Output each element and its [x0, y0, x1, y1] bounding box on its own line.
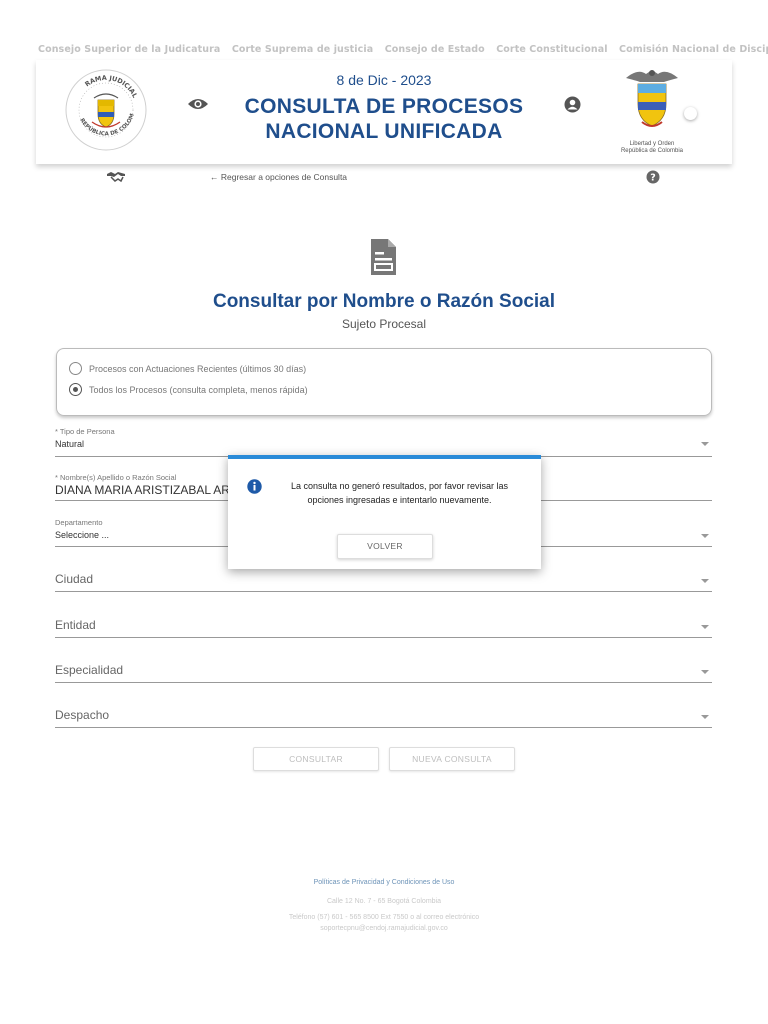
dropdown-arrow-icon — [701, 715, 709, 719]
tipo-persona-value: Natural — [55, 439, 85, 449]
back-link-label: Regresar a opciones de Consulta — [220, 172, 348, 182]
header: RAMA JUDICIAL REPÚBLICA DE COLOMBIA 8 de… — [36, 60, 732, 164]
condor-shield-icon — [626, 70, 678, 127]
nombre-value: DIANA MARIA ARISTIZABAL AR — [55, 483, 230, 497]
ciudad-placeholder: Ciudad — [55, 572, 94, 586]
tipo-persona-select[interactable]: * Tipo de Persona Natural — [55, 425, 712, 457]
radio-option-recent[interactable]: Procesos con Actuaciones Recientes (últi… — [69, 362, 306, 375]
volver-button[interactable]: VOLVER — [337, 534, 433, 559]
nav-link-comision-nacional[interactable]: Comisión Nacional de Discip — [619, 44, 768, 55]
nav-link-corte-constitucional[interactable]: Corte Constitucional — [496, 44, 607, 55]
search-scope-options: Procesos con Actuaciones Recientes (últi… — [56, 348, 712, 416]
radio-button-checked[interactable] — [69, 383, 82, 396]
arrow-left-icon: ← — [210, 172, 219, 182]
page-title: Consultar por Nombre o Razón Social — [212, 291, 556, 312]
nav-link-consejo-estado[interactable]: Consejo de Estado — [385, 44, 485, 55]
ciudad-select[interactable]: Ciudad — [55, 568, 712, 592]
shield-caption: Libertad y Orden República de Colombia — [616, 141, 688, 155]
dropdown-arrow-icon — [701, 534, 709, 538]
radio-option-all-label: Todos los Procesos (consulta completa, m… — [89, 384, 308, 395]
footer-phone: Teléfono (57) 601 - 565 8500 Ext 7550 o … — [288, 914, 480, 921]
consultar-button[interactable]: CONSULTAR — [253, 747, 379, 771]
despacho-select[interactable]: Despacho — [55, 704, 712, 728]
departamento-value: Seleccione ... — [55, 530, 110, 540]
radio-button-unchecked[interactable] — [69, 362, 82, 375]
especialidad-placeholder: Especialidad — [55, 663, 124, 677]
despacho-placeholder: Despacho — [55, 708, 110, 722]
info-icon — [247, 479, 262, 494]
dropdown-arrow-icon — [701, 579, 709, 583]
nombre-label: * Nombre(s) Apellido o Razón Social — [55, 473, 177, 482]
tipo-persona-label: * Tipo de Persona — [55, 427, 115, 436]
footer-email[interactable]: soportecpnu@cendoj.ramajudicial.gov.co — [0, 925, 768, 932]
entidad-select[interactable]: Entidad — [55, 614, 712, 638]
radio-option-recent-label: Procesos con Actuaciones Recientes (últi… — [89, 363, 307, 374]
shield-caption-line-1: Libertad y Orden — [629, 141, 675, 147]
dialog-message: La consulta no generó resultados, por fa… — [290, 481, 509, 505]
help-icon[interactable]: ? — [646, 170, 660, 184]
user-icon[interactable] — [564, 96, 581, 113]
nav-link-corte-suprema[interactable]: Corte Suprema de justicia — [232, 44, 373, 55]
shield-caption-line-2: República de Colombia — [620, 148, 684, 154]
nav-link-consejo-superior[interactable]: Consejo Superior de la Judicatura — [38, 44, 220, 55]
page-subtitle: Sujeto Procesal — [341, 317, 427, 331]
theme-toggle[interactable] — [684, 107, 697, 120]
back-to-options-link[interactable]: ← Regresar a opciones de Consulta — [210, 172, 347, 182]
svg-text:?: ? — [650, 173, 656, 184]
no-results-dialog: La consulta no generó resultados, por fa… — [228, 455, 541, 569]
entidad-placeholder: Entidad — [55, 618, 96, 632]
top-nav: Consejo Superior de la Judicatura Corte … — [0, 44, 768, 58]
dropdown-arrow-icon — [701, 670, 709, 674]
especialidad-select[interactable]: Especialidad — [55, 659, 712, 683]
departamento-label: Departamento — [55, 518, 103, 527]
colombia-shield-logo: Libertad y Orden República de Colombia — [616, 64, 688, 156]
sub-toolbar: ← Regresar a opciones de Consulta ? — [0, 170, 768, 188]
dropdown-arrow-icon — [701, 625, 709, 629]
privacy-policy-link[interactable]: Políticas de Privacidad y Condiciones de… — [0, 879, 768, 886]
footer-address: Calle 12 No. 7 - 65 Bogotá Colombia — [326, 898, 441, 905]
nueva-consulta-button[interactable]: NUEVA CONSULTA — [389, 747, 515, 771]
document-icon — [371, 239, 396, 275]
radio-option-all[interactable]: Todos los Procesos (consulta completa, m… — [69, 383, 308, 396]
handshake-icon[interactable] — [106, 170, 126, 184]
dropdown-arrow-icon — [701, 442, 709, 446]
